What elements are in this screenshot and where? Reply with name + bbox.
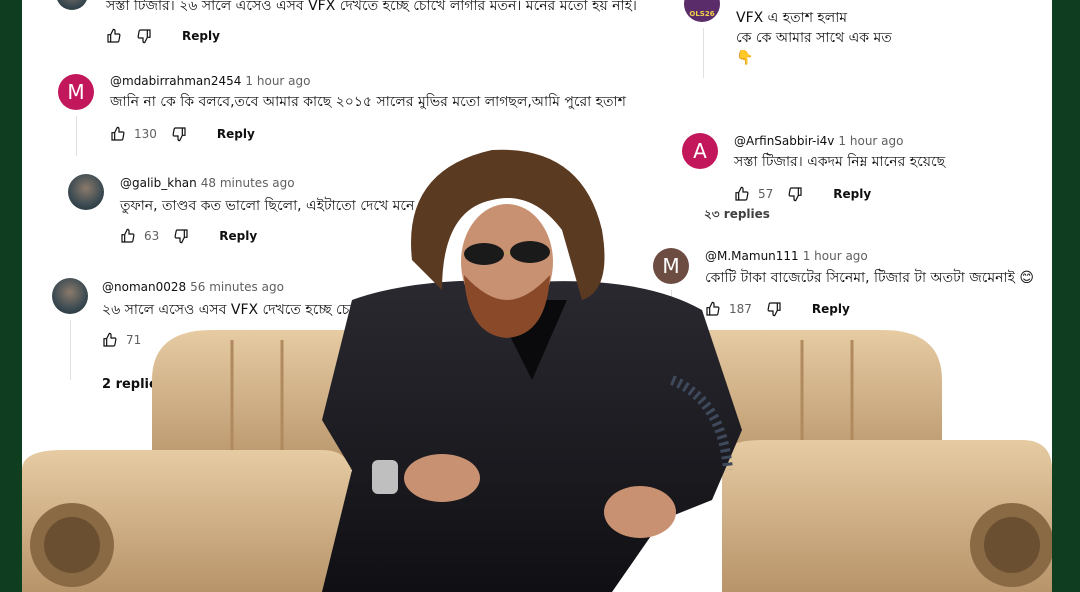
- comments-page: সস্তা টিজার। ২৬ সালে এসেও এসব VFX দেখতে …: [22, 0, 1052, 592]
- overlay-figure-image: [22, 149, 1052, 592]
